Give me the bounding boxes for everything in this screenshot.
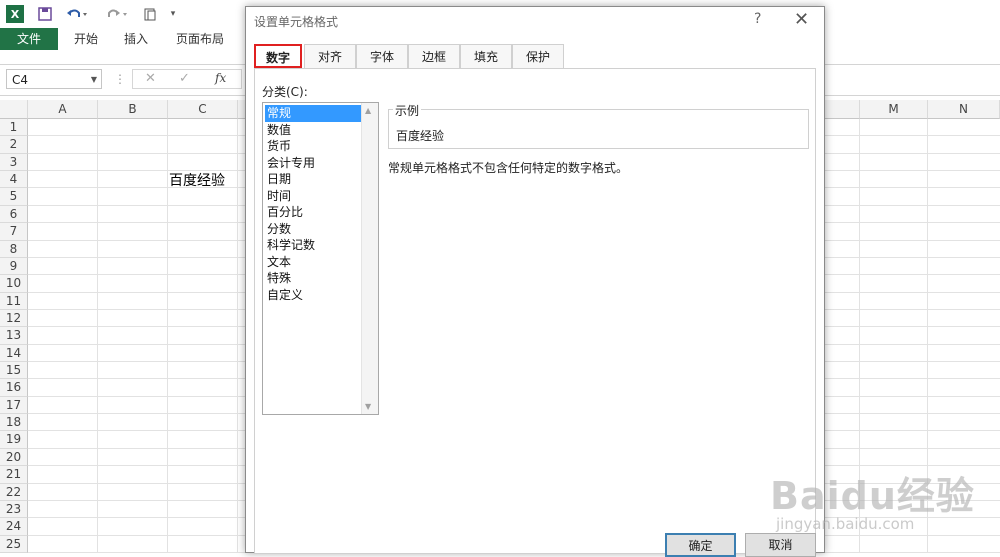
row-header[interactable]: 22 xyxy=(0,483,28,501)
dialog-tabs: 数字 对齐 字体 边框 填充 保护 xyxy=(254,44,816,68)
customize-qat-icon[interactable]: ▾ xyxy=(166,5,180,23)
row-header[interactable]: 6 xyxy=(0,205,28,224)
row-header[interactable]: 17 xyxy=(0,396,28,415)
row-header[interactable]: 19 xyxy=(0,431,28,449)
category-item-fraction[interactable]: 分数 xyxy=(265,221,361,238)
name-box-value: C4 xyxy=(12,73,29,87)
baidu-watermark: Baidu经验 jingyan.baidu.com xyxy=(770,445,1000,553)
row-header[interactable]: 1 xyxy=(0,119,28,137)
row-header[interactable]: 21 xyxy=(0,466,28,484)
tab-number[interactable]: 数字 xyxy=(254,44,302,68)
row-header[interactable]: 8 xyxy=(0,240,28,258)
category-item-time[interactable]: 时间 xyxy=(265,188,361,205)
row-header[interactable]: 20 xyxy=(0,448,28,467)
close-icon[interactable]: ✕ xyxy=(794,9,809,30)
redo-icon[interactable] xyxy=(104,5,130,23)
category-item-percentage[interactable]: 百分比 xyxy=(265,204,361,221)
gridline-vertical xyxy=(167,119,168,553)
row-header[interactable]: 10 xyxy=(0,275,28,293)
tab-panel-number: 分类(C): 常规 数值 货币 会计专用 日期 时间 百分比 分数 科学记数 文… xyxy=(254,68,816,554)
row-header[interactable]: 9 xyxy=(0,257,28,276)
more-icon: ⋮ xyxy=(114,72,126,86)
category-item-scientific[interactable]: 科学记数 xyxy=(265,237,361,254)
row-header[interactable]: 7 xyxy=(0,223,28,241)
tab-home[interactable]: 开始 xyxy=(62,28,110,50)
tab-file[interactable]: 文件 xyxy=(0,28,58,50)
gridline-vertical xyxy=(237,119,238,553)
tab-fill[interactable]: 填充 xyxy=(460,44,512,68)
category-item-accounting[interactable]: 会计专用 xyxy=(265,155,361,172)
scroll-up-icon[interactable]: ▲ xyxy=(365,106,371,115)
cell-c4[interactable]: 百度经验 xyxy=(169,170,225,190)
select-all-corner[interactable] xyxy=(0,100,28,119)
tab-insert[interactable]: 插入 xyxy=(112,28,160,50)
help-icon[interactable]: ? xyxy=(754,11,761,27)
tab-protection[interactable]: 保护 xyxy=(512,44,564,68)
category-item-date[interactable]: 日期 xyxy=(265,171,361,188)
tab-border[interactable]: 边框 xyxy=(408,44,460,68)
category-item-text[interactable]: 文本 xyxy=(265,254,361,271)
tab-page-layout[interactable]: 页面布局 xyxy=(170,28,230,50)
category-scrollbar[interactable]: ▲ ▼ xyxy=(361,103,378,414)
cancel-entry-icon[interactable]: ✕ xyxy=(145,71,156,86)
sample-box xyxy=(388,109,809,149)
column-header-c[interactable]: C xyxy=(168,100,238,119)
excel-logo-icon: X xyxy=(6,5,24,23)
row-header[interactable]: 11 xyxy=(0,292,28,310)
chevron-down-icon[interactable]: ▼ xyxy=(91,70,97,90)
row-header[interactable]: 25 xyxy=(0,535,28,553)
format-cells-dialog: 设置单元格格式 ? ✕ 数字 对齐 字体 边框 填充 保护 分类(C): 常规 … xyxy=(245,6,825,554)
category-item-number[interactable]: 数值 xyxy=(265,122,361,139)
row-header[interactable]: 13 xyxy=(0,327,28,345)
name-box[interactable]: C4 ▼ xyxy=(6,69,102,89)
save-icon[interactable] xyxy=(36,5,54,23)
row-header[interactable]: 15 xyxy=(0,362,28,380)
ok-button[interactable]: 确定 xyxy=(665,533,736,557)
function-icon[interactable]: fx xyxy=(215,71,226,85)
watermark-logo: Baidu经验 xyxy=(770,474,975,518)
column-header-n[interactable]: N xyxy=(928,100,1000,119)
gridline-vertical xyxy=(97,119,98,553)
category-item-general[interactable]: 常规 xyxy=(265,105,361,122)
scroll-down-icon[interactable]: ▼ xyxy=(365,402,371,411)
column-header-a[interactable]: A xyxy=(28,100,98,119)
category-label: 分类(C): xyxy=(262,85,308,99)
category-item-special[interactable]: 特殊 xyxy=(265,270,361,287)
row-header[interactable]: 4 xyxy=(0,171,28,189)
row-header[interactable]: 5 xyxy=(0,188,28,206)
dialog-title: 设置单元格格式 xyxy=(254,15,339,29)
row-header[interactable]: 12 xyxy=(0,309,28,328)
row-header[interactable]: 18 xyxy=(0,414,28,432)
tab-font[interactable]: 字体 xyxy=(356,44,408,68)
sample-value: 百度经验 xyxy=(396,129,445,143)
category-item-custom[interactable]: 自定义 xyxy=(265,287,361,304)
row-header[interactable]: 24 xyxy=(0,518,28,536)
category-item-currency[interactable]: 货币 xyxy=(265,138,361,155)
confirm-entry-icon[interactable]: ✓ xyxy=(179,71,190,86)
row-header[interactable]: 14 xyxy=(0,344,28,363)
column-header-b[interactable]: B xyxy=(98,100,168,119)
column-header-m[interactable]: M xyxy=(860,100,928,119)
formula-buttons: ✕ ✓ fx xyxy=(132,69,242,89)
row-header[interactable]: 16 xyxy=(0,379,28,397)
tab-alignment[interactable]: 对齐 xyxy=(304,44,356,68)
sample-label: 示例 xyxy=(393,102,422,119)
row-header[interactable]: 3 xyxy=(0,153,28,172)
format-description: 常规单元格格式不包含任何特定的数字格式。 xyxy=(388,161,629,175)
watermark-url: jingyan.baidu.com xyxy=(776,515,915,533)
row-header[interactable]: 23 xyxy=(0,500,28,519)
category-list[interactable]: 常规 数值 货币 会计专用 日期 时间 百分比 分数 科学记数 文本 特殊 自定… xyxy=(262,102,379,415)
row-header[interactable]: 2 xyxy=(0,136,28,154)
undo-icon[interactable] xyxy=(64,5,90,23)
paste-icon[interactable] xyxy=(140,5,160,23)
